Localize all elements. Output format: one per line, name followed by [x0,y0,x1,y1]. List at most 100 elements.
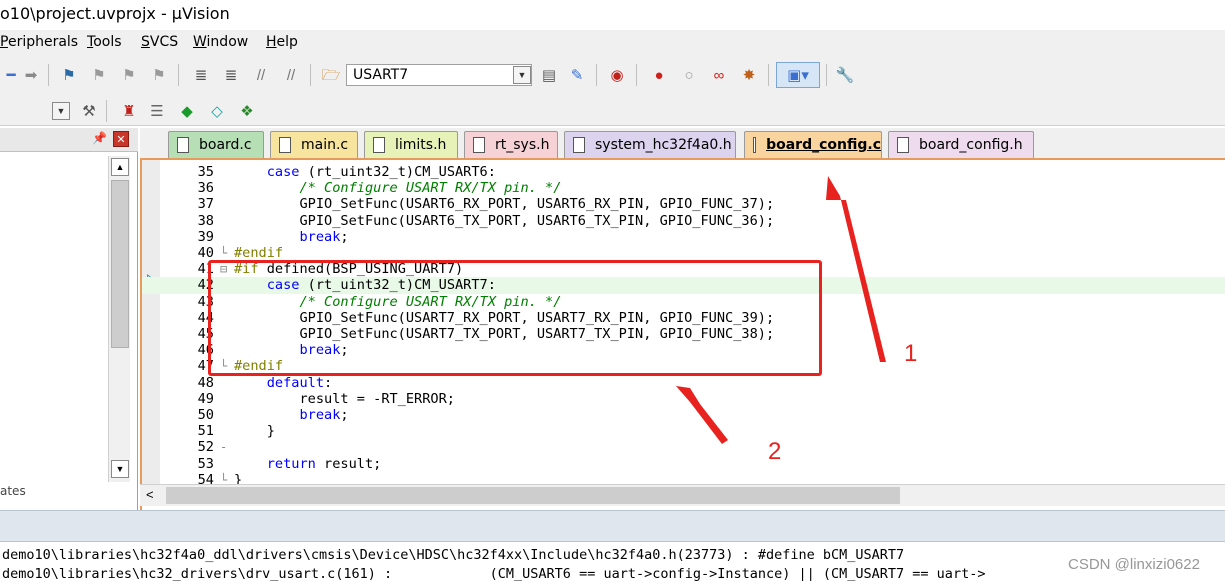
menu-svcs[interactable]: SVCS [141,34,178,50]
templates-tab[interactable]: ates [0,484,26,506]
close-icon[interactable]: ✕ [113,131,129,147]
code-text[interactable]: return result; [234,456,382,472]
scrollbar-thumb[interactable] [111,180,129,348]
fold-toggle-icon[interactable]: ⊟ [220,261,230,277]
code-line[interactable]: 43 /* Configure USART RX/TX pin. */ [142,294,1225,310]
code-line[interactable]: 37 GPIO_SetFunc(USART6_RX_PORT, USART6_R… [142,196,1225,212]
bookmark-prev-icon[interactable]: ⚑ [88,64,110,86]
code-line[interactable]: 35 case (rt_uint32_t)CM_USART6: [142,164,1225,180]
bookmark-next-icon[interactable]: ⚑ [118,64,140,86]
code-text[interactable]: break; [234,229,348,245]
code-text[interactable]: default: [234,375,332,391]
code-text[interactable]: } [234,423,275,439]
tab-rt-sys-h[interactable]: rt_sys.h [464,131,558,158]
tab-main-c[interactable]: main.c [270,131,358,158]
bookmark-clear-icon[interactable]: ⚑ [148,64,170,86]
code-line[interactable]: 51 } [142,423,1225,439]
code-line[interactable]: 53 return result; [142,456,1225,472]
code-line[interactable]: 44 GPIO_SetFunc(USART7_RX_PORT, USART7_R… [142,310,1225,326]
tab-limits-h[interactable]: limits.h [364,131,458,158]
output-line[interactable]: demo10\libraries\hc32_drivers\drv_usart.… [2,566,985,581]
editor-tab-bar: board.c main.c limits.h rt_sys.h system_… [140,128,1225,158]
scroll-left-icon[interactable]: < [146,487,154,502]
code-text[interactable]: break; [234,342,348,358]
code-area[interactable]: 35 case (rt_uint32_t)CM_USART6: 36 /* Con… [142,164,1225,488]
tab-board-config-h[interactable]: board_config.h [888,131,1034,158]
pack-installer-icon[interactable]: ◇ [206,100,228,122]
indent-icon[interactable]: ≣ [190,64,212,86]
menu-bar: Peripherals Tools SVCS Window Help [0,30,1225,56]
code-line[interactable]: 42 case (rt_uint32_t)CM_USART7: [142,277,1225,294]
options-for-target-icon[interactable]: ⚒ [78,100,100,122]
code-text[interactable]: GPIO_SetFunc(USART6_TX_PORT, USART6_TX_P… [234,213,774,229]
comment-icon[interactable]: // [250,64,272,86]
code-text[interactable]: #endif [234,245,283,261]
tab-board-c[interactable]: board.c [168,131,264,158]
chevron-down-icon[interactable]: ▼ [52,102,70,120]
code-text[interactable]: GPIO_SetFunc(USART6_RX_PORT, USART6_RX_P… [234,196,774,212]
code-line[interactable]: 50 break; [142,407,1225,423]
scroll-up-icon[interactable]: ▲ [111,158,129,176]
code-line[interactable]: 48 default: [142,375,1225,391]
code-line[interactable]: 49 result = -RT_ERROR; [142,391,1225,407]
manage-rte-icon[interactable]: ◆ [176,100,198,122]
code-line[interactable]: 38 GPIO_SetFunc(USART6_TX_PORT, USART6_T… [142,213,1225,229]
window-title: o10\project.uvprojx - µVision [0,4,230,23]
incremental-find-icon[interactable]: ✎ [566,64,588,86]
menu-window[interactable]: Window [193,34,248,50]
manage-components-icon[interactable]: ❖ [236,100,258,122]
menu-peripherals[interactable]: Peripherals [0,34,78,50]
code-line[interactable]: 41 ⊟ #if defined(BSP_USING_UART7) [142,261,1225,277]
code-line[interactable]: 52- [142,439,1225,455]
menu-help[interactable]: Help [266,34,298,50]
code-text[interactable]: break; [234,407,348,423]
code-text[interactable]: /* Configure USART RX/TX pin. */ [234,180,561,196]
nav-forward-icon[interactable]: ➡ [20,64,42,86]
code-line[interactable]: 40 └ #endif [142,245,1225,261]
fold-guide: └ [220,359,228,374]
code-text[interactable]: case (rt_uint32_t)CM_USART7: [234,277,496,293]
menu-tools[interactable]: Tools [87,34,122,50]
unindent-icon[interactable]: ≣ [220,64,242,86]
scrollbar-thumb[interactable] [166,487,900,504]
tab-board-config-c[interactable]: board_config.c [744,131,882,158]
breakpoint-disable-all-icon[interactable]: ∞ [708,64,730,86]
code-text[interactable]: case (rt_uint32_t)CM_USART6: [234,164,496,180]
code-text[interactable]: #if defined(BSP_USING_UART7) [234,261,463,277]
project-panel-scrollbar[interactable]: ▲ ▼ [108,156,130,482]
breakpoint-kill-all-icon[interactable]: ✸ [738,64,760,86]
pin-icon[interactable]: 📌 [92,131,107,145]
line-number: 41 [197,261,214,278]
select-packs-icon[interactable]: ☰ [146,100,168,122]
code-line[interactable]: 39 break; [142,229,1225,245]
tab-system-hc32f4a0-h[interactable]: system_hc32f4a0.h [564,131,736,158]
code-text[interactable]: #endif [234,358,283,374]
find-combo[interactable]: USART7 ▼ [346,64,532,86]
code-editor[interactable]: 35 case (rt_uint32_t)CM_USART6: 36 /* Con… [140,158,1225,510]
code-line[interactable]: 36 /* Configure USART RX/TX pin. */ [142,180,1225,196]
code-line[interactable]: 45 GPIO_SetFunc(USART7_TX_PORT, USART7_T… [142,326,1225,342]
debug-session-icon[interactable]: ◉ [606,64,628,86]
code-line[interactable]: 47 └ #endif [142,358,1225,374]
nav-back-icon[interactable]: ━ [0,64,22,86]
manage-project-items-icon[interactable]: ♜ [118,100,140,122]
code-text[interactable]: GPIO_SetFunc(USART7_RX_PORT, USART7_RX_P… [234,310,774,326]
panel-splitter[interactable] [0,510,1225,542]
breakpoint-icon[interactable]: ● [648,64,670,86]
breakpoint-enable-icon[interactable]: ○ [678,64,700,86]
chevron-down-icon[interactable]: ▼ [513,66,531,84]
find-icon[interactable]: ▤ [538,64,560,86]
scroll-down-icon[interactable]: ▼ [111,460,129,478]
bookmark-icon[interactable]: ⚑ [58,64,80,86]
line-number: 35 [197,164,214,180]
find-in-files-icon[interactable]: 🗁 [320,64,342,86]
window-layout-icon[interactable]: ▣▾ [776,62,820,88]
configure-icon[interactable]: 🔧 [834,64,856,86]
code-text[interactable]: GPIO_SetFunc(USART7_TX_PORT, USART7_TX_P… [234,326,774,342]
code-text[interactable]: result = -RT_ERROR; [234,391,455,407]
code-line[interactable]: 46 break; [142,342,1225,358]
uncomment-icon[interactable]: // [280,64,302,86]
output-line[interactable]: demo10\libraries\hc32f4a0_ddl\drivers\cm… [2,547,904,563]
editor-horizontal-scrollbar[interactable]: < [140,484,1225,506]
code-text[interactable]: /* Configure USART RX/TX pin. */ [234,294,561,310]
